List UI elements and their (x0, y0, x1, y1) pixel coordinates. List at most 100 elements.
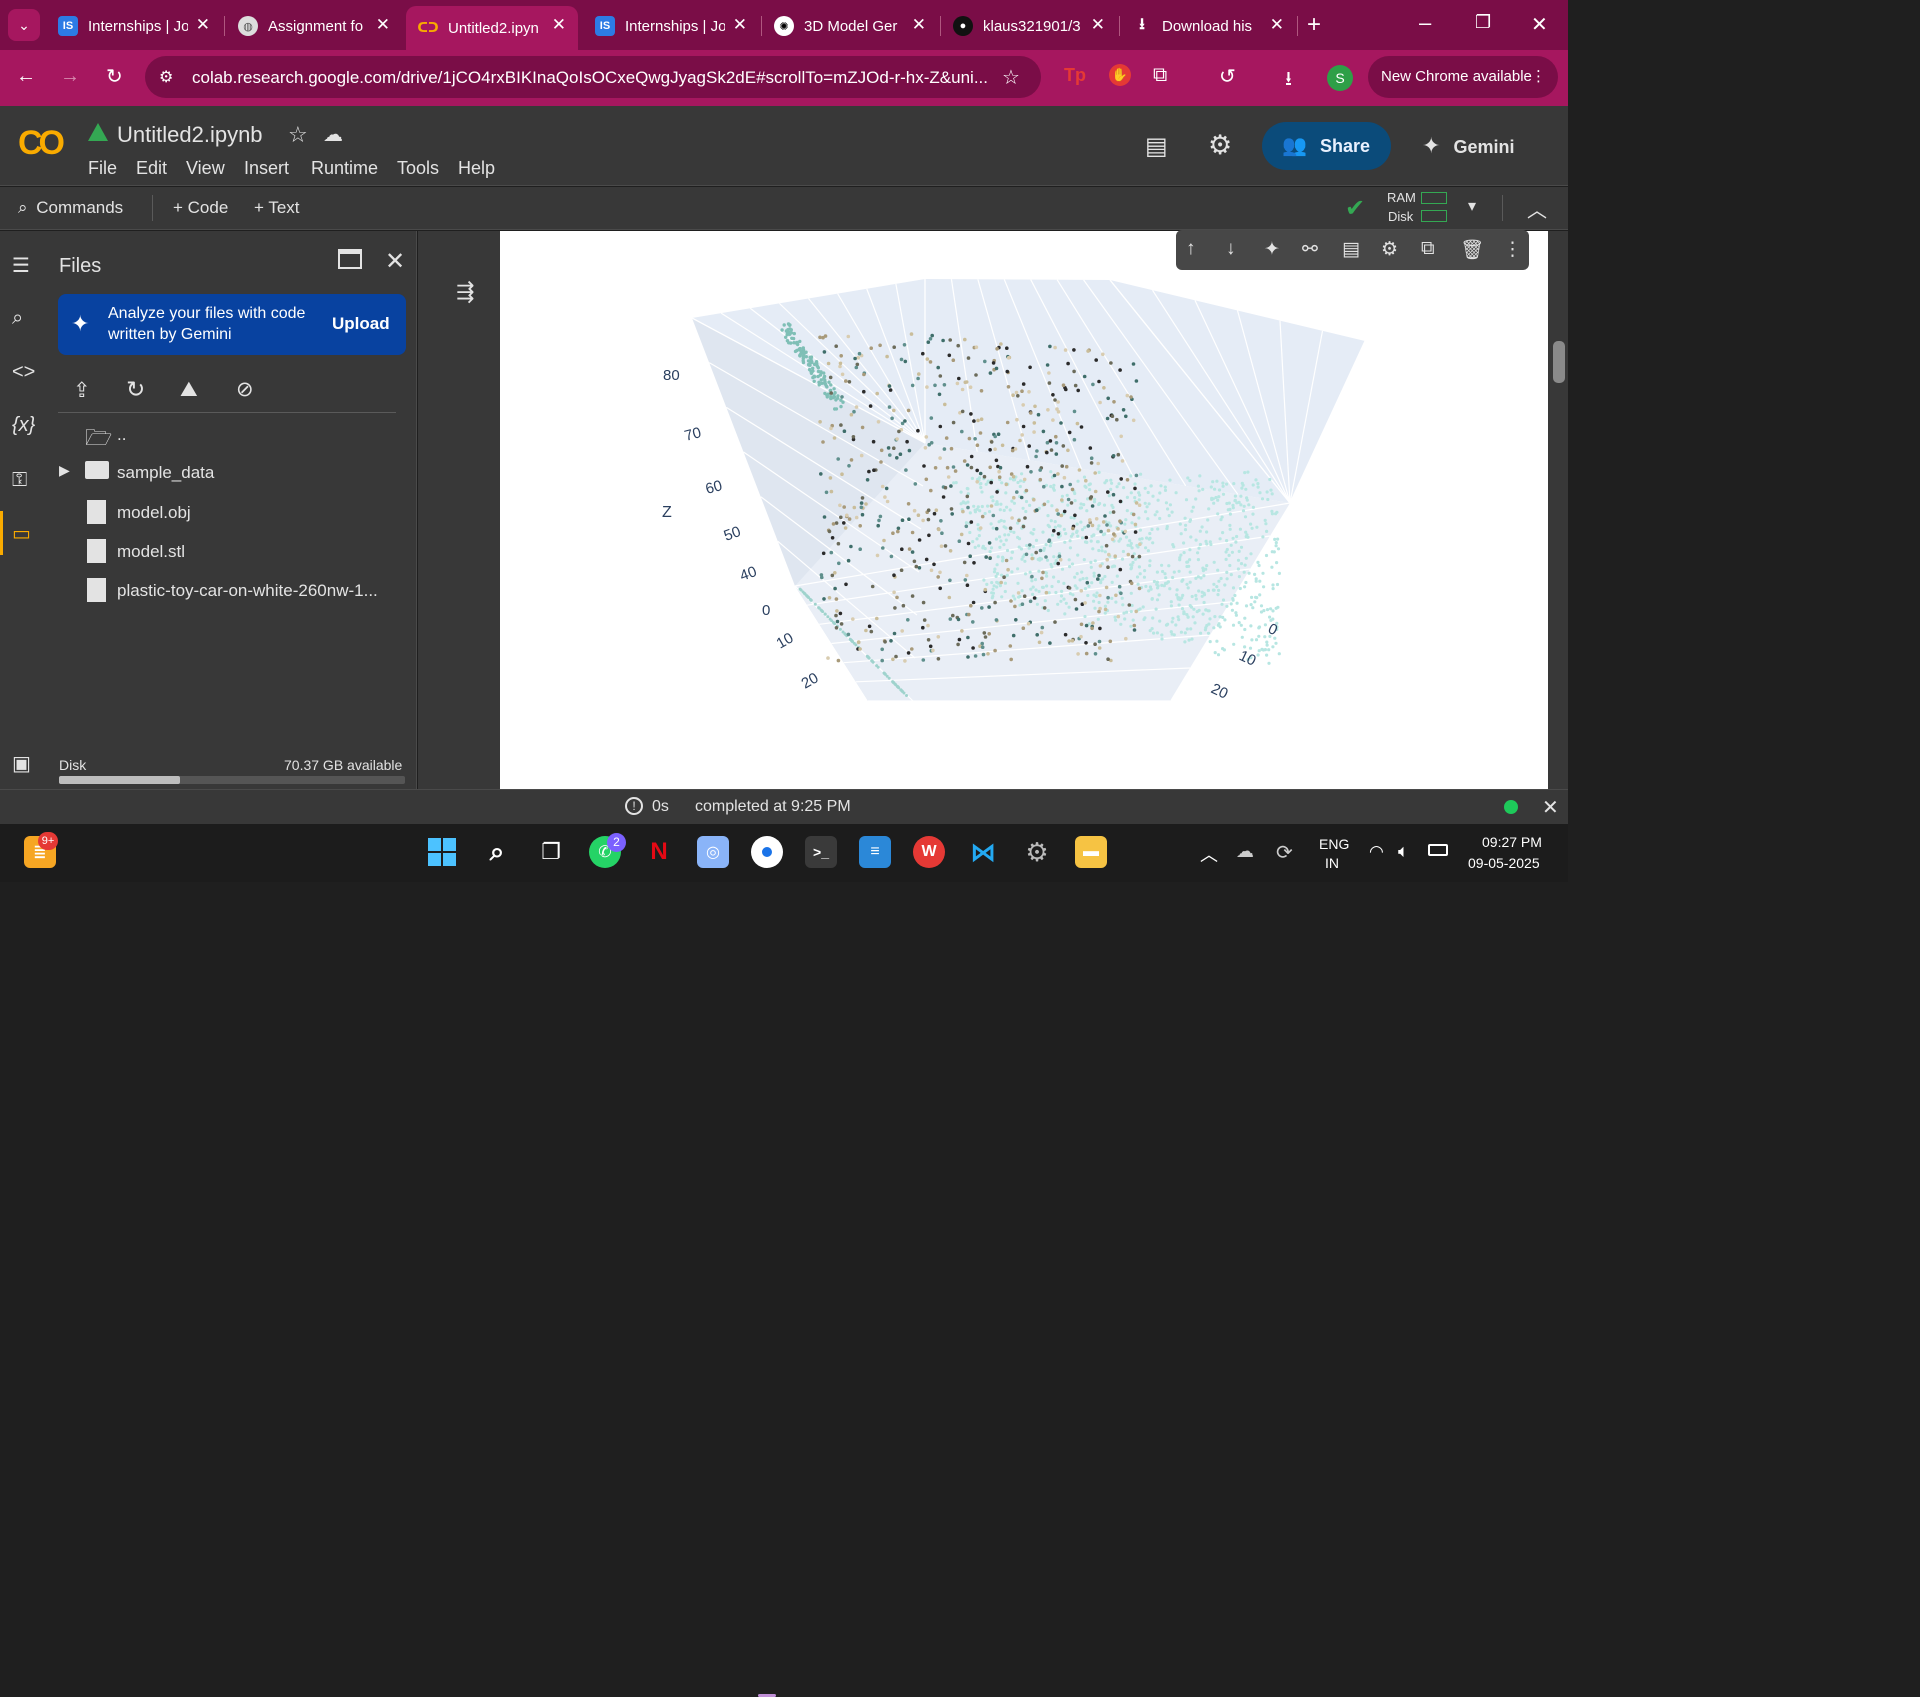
terminal-icon[interactable]: ▣ (12, 751, 31, 776)
clock-time[interactable]: 09:27 PM (1482, 834, 1542, 850)
list-item[interactable]: 🗁 .. (85, 421, 126, 459)
chrome-icon[interactable] (751, 836, 783, 868)
tab-internships-2[interactable]: IS Internships | Jo ✕ (583, 8, 759, 44)
disk-meter[interactable] (1421, 210, 1447, 222)
delete-icon[interactable]: 🗑 (1460, 238, 1484, 262)
gemini-analyze-card[interactable]: ✦ Analyze your files with code written b… (58, 294, 406, 355)
url-text[interactable]: colab.research.google.com/drive/1jCO4rxB… (192, 68, 987, 88)
refresh-icon[interactable]: ↻ (126, 376, 145, 403)
add-text-button[interactable]: + Text (254, 198, 300, 218)
close-window-button[interactable]: ✕ (1531, 12, 1548, 37)
bookmark-star-icon[interactable]: ☆ (1002, 65, 1020, 90)
settings-gear-icon[interactable]: ⚙ (1208, 130, 1232, 161)
sync-icon[interactable]: ⟳ (1276, 840, 1293, 865)
menu-view[interactable]: View (186, 158, 225, 179)
file-explorer-icon[interactable]: ▬ (1075, 836, 1107, 868)
site-info-icon[interactable]: ⚙ (159, 67, 173, 87)
extensions-puzzle-icon[interactable]: ⧉ (1153, 64, 1167, 87)
comments-icon[interactable]: ▤ (1145, 132, 1168, 161)
table-of-contents-icon[interactable]: ☰ (12, 253, 30, 278)
variables-icon[interactable]: {x} (12, 414, 35, 437)
expand-arrow-icon[interactable]: ▶ (59, 462, 70, 478)
tab-github[interactable]: ● klaus321901/3 ✕ (941, 8, 1117, 44)
wifi-icon[interactable]: ◠ (1369, 842, 1384, 862)
onedrive-icon[interactable]: ☁ (1236, 841, 1254, 862)
tab-internships-1[interactable]: IS Internships | Jo ✕ (46, 8, 222, 44)
tab-download-history[interactable]: ⭳ Download his ✕ (1120, 8, 1296, 44)
cloud-icon[interactable]: ☁ (323, 122, 343, 147)
gemini-button[interactable]: ✦ Gemini (1422, 133, 1514, 159)
volume-icon[interactable]: 🔈︎ (1398, 841, 1409, 862)
comment-icon[interactable]: ▤ (1342, 238, 1360, 261)
search-icon[interactable]: ⌕ (481, 836, 513, 868)
link-icon[interactable]: ⚯ (1302, 238, 1318, 261)
back-icon[interactable]: ← (16, 65, 36, 88)
tab-close-icon[interactable]: ✕ (552, 15, 566, 35)
downloads-icon[interactable]: ⭳ (1285, 64, 1292, 98)
language-label[interactable]: ENG (1319, 836, 1349, 852)
star-icon[interactable]: ☆ (288, 122, 308, 148)
profile-avatar[interactable]: S (1327, 65, 1353, 91)
menu-insert[interactable]: Insert (244, 158, 289, 179)
new-chrome-available-button[interactable]: New Chrome available ⋮ (1368, 56, 1558, 98)
tab-close-icon[interactable]: ✕ (912, 15, 926, 35)
3d-scatter-plot[interactable]: Z 80 70 60 50 40 0 10 20 0 10 20 (500, 231, 1548, 789)
forward-icon[interactable]: → (60, 65, 80, 88)
find-icon[interactable]: ⌕ (12, 307, 23, 330)
netflix-icon[interactable]: N (643, 836, 675, 868)
wps-office-icon[interactable]: W (913, 836, 945, 868)
menu-edit[interactable]: Edit (136, 158, 167, 179)
address-bar[interactable]: ⚙ colab.research.google.com/drive/1jCO4r… (145, 56, 1041, 98)
hide-hidden-files-icon[interactable]: ⊘ (236, 377, 254, 402)
menu-tools[interactable]: Tools (397, 158, 439, 179)
terminal-app-icon[interactable]: >_ (805, 836, 837, 868)
close-panel-icon[interactable]: ✕ (385, 247, 405, 276)
runtime-dropdown-icon[interactable]: ▾ (1468, 196, 1476, 216)
share-button[interactable]: 👥 Share (1262, 122, 1391, 170)
output-actions-icon[interactable]: ⇶ (456, 279, 474, 305)
menu-help[interactable]: Help (458, 158, 495, 179)
tab-close-icon[interactable]: ✕ (376, 15, 390, 35)
clock-date[interactable]: 09-05-2025 (1468, 855, 1540, 871)
restore-button[interactable]: ❐ (1475, 12, 1491, 33)
extension-tp-icon[interactable]: Tp (1064, 65, 1086, 86)
close-status-icon[interactable]: ✕ (1542, 795, 1559, 820)
list-item[interactable]: ▶ sample_data (59, 461, 214, 482)
tab-assignment[interactable]: ◍ Assignment fo ✕ (226, 8, 402, 44)
tab-close-icon[interactable]: ✕ (1091, 15, 1105, 35)
upload-file-icon[interactable]: ⇪ (73, 378, 91, 403)
photos-icon[interactable]: ◎ (697, 836, 729, 868)
tab-untitled2-active[interactable]: ᑕᑐ Untitled2.ipyn ✕ (406, 6, 578, 50)
colab-logo[interactable]: CO (18, 124, 65, 163)
gemini-sparkle-icon[interactable]: ✦ (1264, 238, 1280, 261)
info-icon[interactable]: ! (625, 797, 643, 815)
tab-close-icon[interactable]: ✕ (733, 15, 747, 35)
vscode-icon[interactable]: ⋈ (967, 836, 999, 868)
tab-3d-model-gen[interactable]: ✺ 3D Model Ger ✕ (762, 8, 938, 44)
tab-close-icon[interactable]: ✕ (196, 15, 210, 35)
show-hidden-icons[interactable]: ︿ (1200, 841, 1218, 867)
extension-hand-icon[interactable]: ✋ (1109, 64, 1131, 86)
mirror-cell-icon[interactable]: ⧉ (1421, 238, 1435, 260)
notepad-icon[interactable]: ≡ (859, 836, 891, 868)
cell-settings-icon[interactable]: ⚙ (1381, 238, 1398, 261)
minimize-button[interactable]: – (1419, 10, 1431, 36)
scrollbar[interactable] (1548, 231, 1568, 789)
settings-app-icon[interactable]: ⚙ (1021, 836, 1053, 868)
menu-runtime[interactable]: Runtime (311, 158, 378, 179)
move-down-icon[interactable]: ↓ (1226, 238, 1236, 260)
add-code-button[interactable]: + Code (173, 198, 228, 218)
more-vert-icon[interactable]: ⋮ (1503, 238, 1522, 261)
notebook-title[interactable]: Untitled2.ipynb (117, 122, 263, 148)
move-up-icon[interactable]: ↑ (1186, 238, 1196, 260)
new-tab-button[interactable]: + (1307, 11, 1321, 39)
history-icon[interactable]: ↺ (1219, 64, 1236, 89)
reload-icon[interactable]: ↻ (106, 64, 123, 89)
region-label[interactable]: IN (1325, 855, 1339, 871)
task-view-icon[interactable]: ❐ (535, 836, 567, 868)
commands-button[interactable]: ⌕ Commands (18, 198, 123, 218)
tab-search-button[interactable]: ⌄ (8, 9, 40, 41)
secrets-key-icon[interactable]: ⚿ (12, 469, 27, 492)
battery-icon[interactable] (1428, 844, 1448, 856)
collapse-header-icon[interactable]: ︿ (1527, 194, 1547, 223)
